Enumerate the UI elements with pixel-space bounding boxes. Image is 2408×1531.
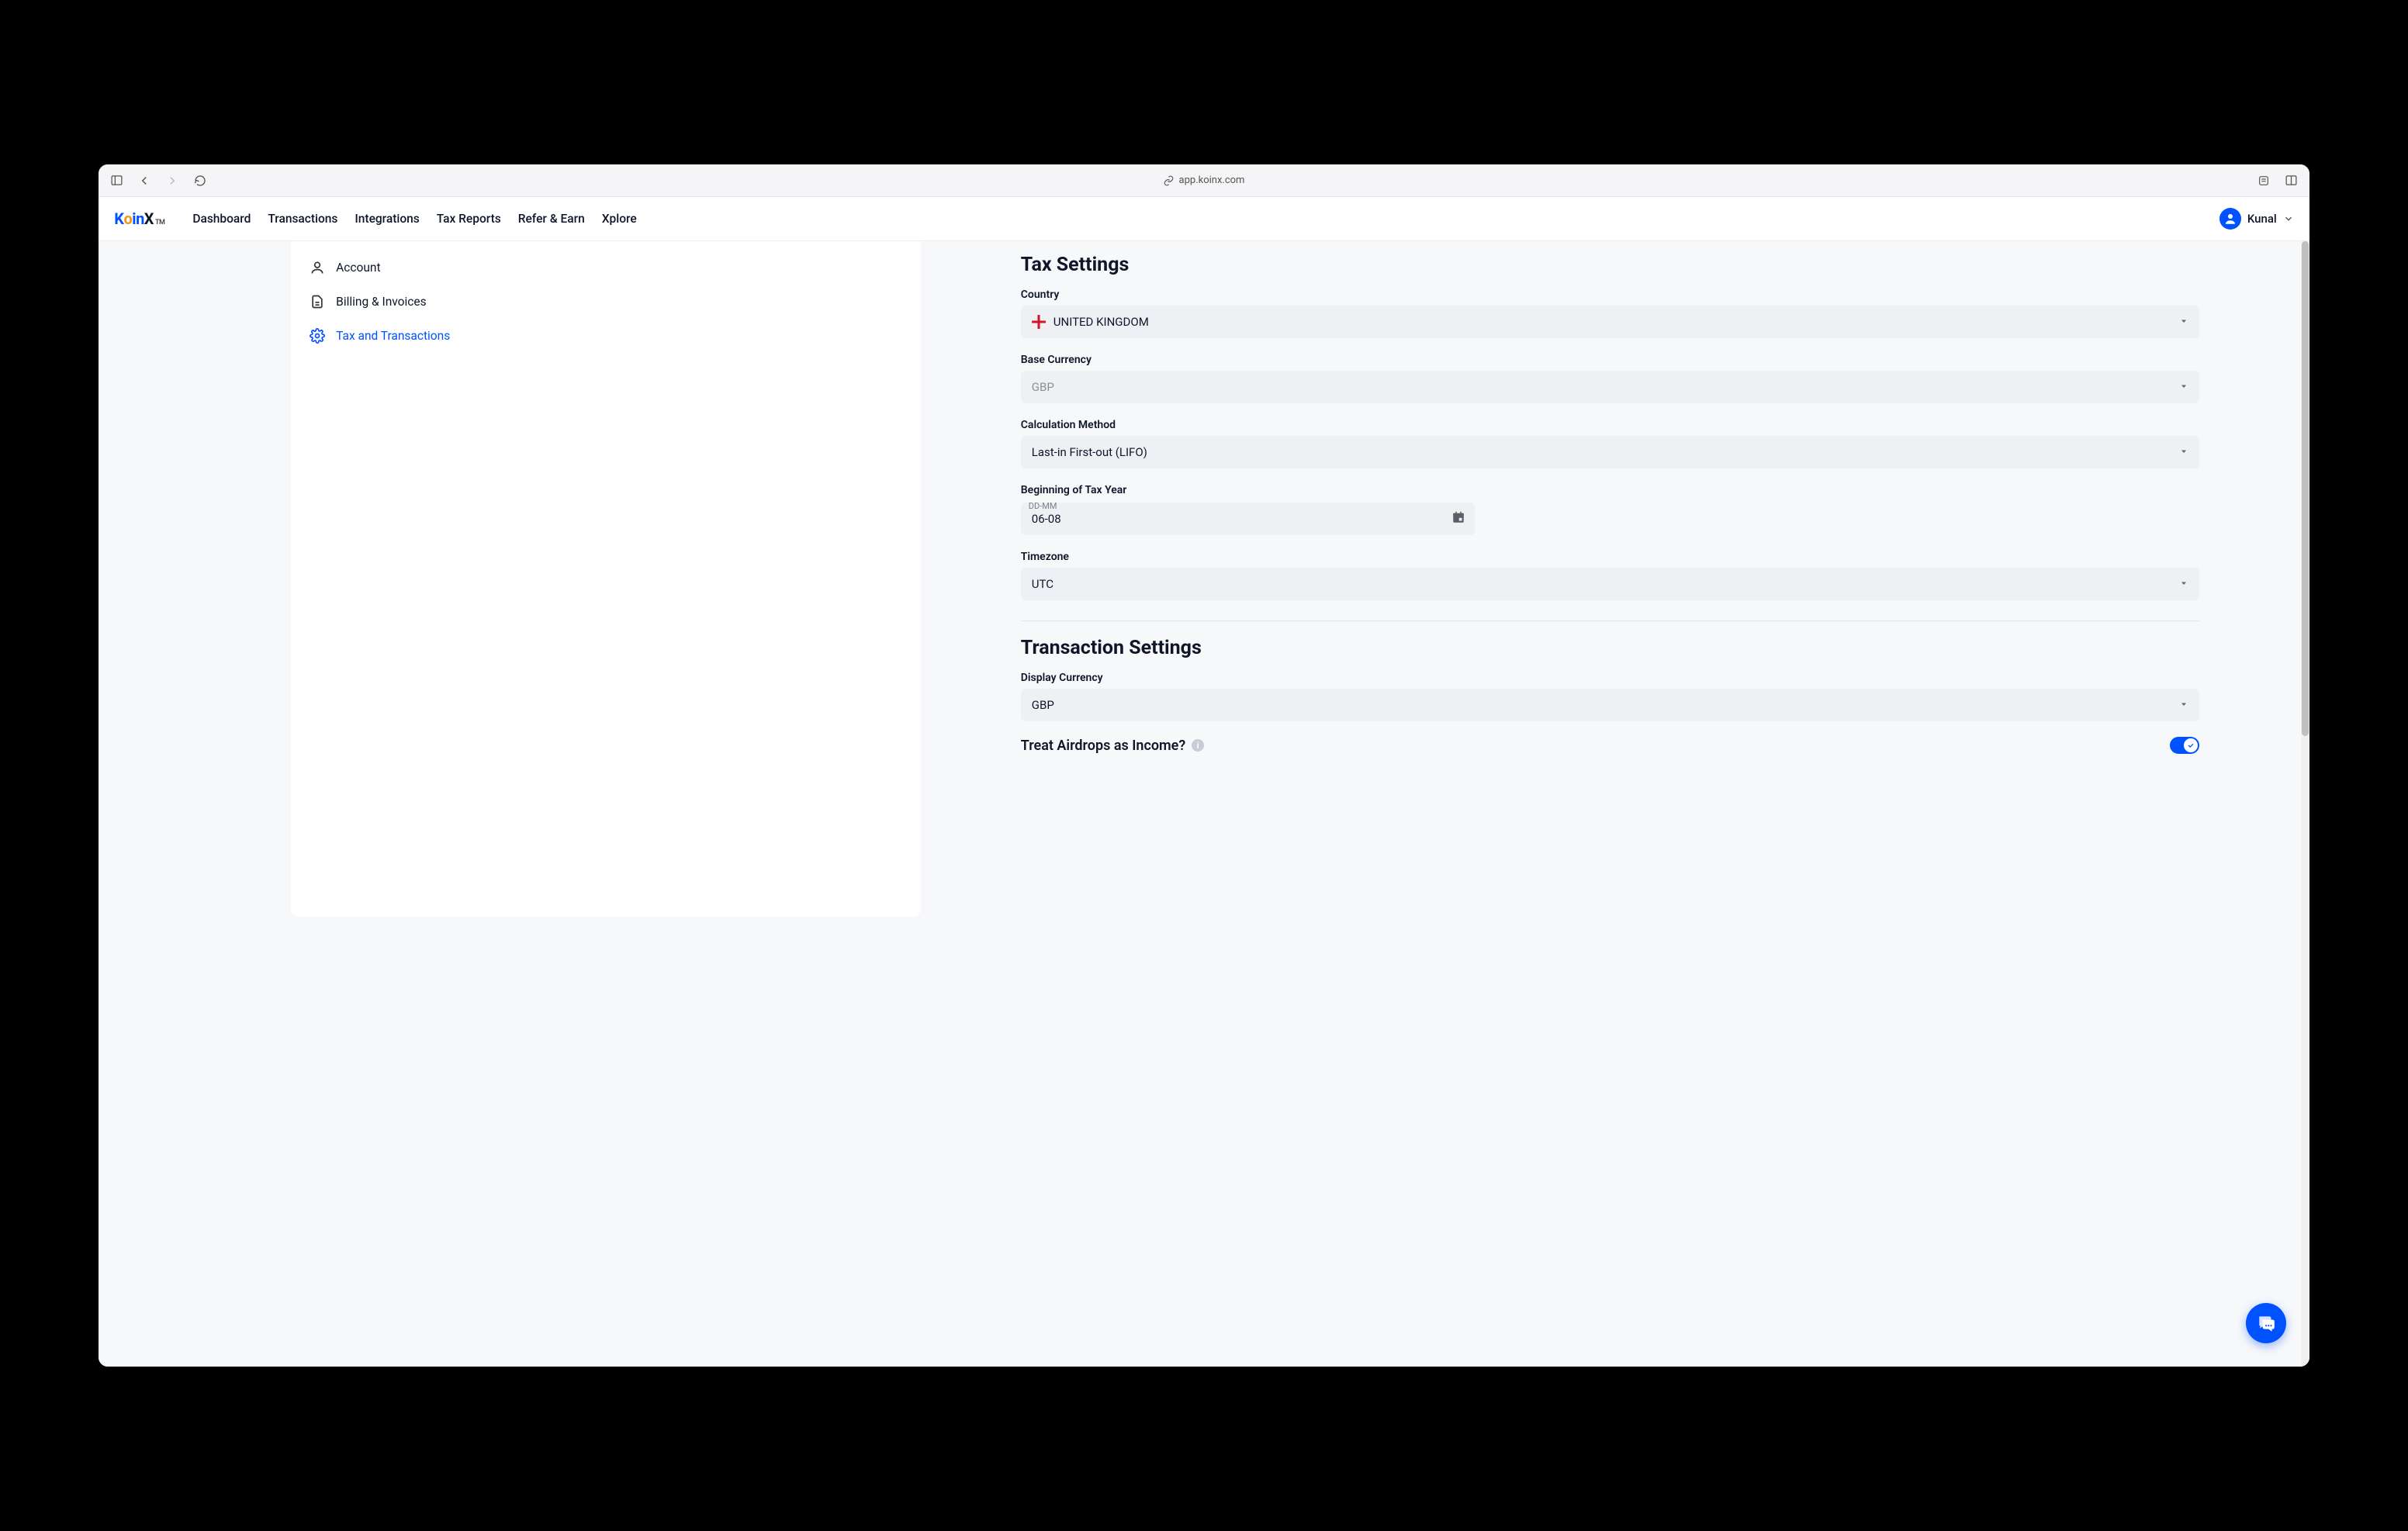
calc-method-value: Last-in First-out (LIFO) [1032,445,1147,459]
browser-window: app.koinx.com KoinXTM Dashboard Transact… [99,164,2309,1367]
username: Kunal [2247,212,2277,226]
base-currency-select: GBP [1021,371,2199,403]
browser-chrome: app.koinx.com [99,164,2309,197]
airdrops-toggle[interactable] [2170,737,2199,754]
chevron-down-icon [2179,698,2188,712]
tax-year-input[interactable]: 06-08 [1021,503,1475,535]
base-currency-value: GBP [1032,380,1054,394]
tax-year-value: 06-08 [1032,512,1061,526]
field-country: Country UNITED KINGDOM [1021,289,2199,338]
country-select[interactable]: UNITED KINGDOM [1021,306,2199,338]
scrollbar-thumb[interactable] [2302,241,2309,736]
chevron-down-icon [2179,577,2188,591]
main-nav: Dashboard Transactions Integrations Tax … [192,212,636,226]
nav-refer-earn[interactable]: Refer & Earn [518,212,585,226]
tabs-icon[interactable] [2285,174,2299,188]
base-currency-label: Base Currency [1021,354,2199,366]
check-icon [2187,741,2195,749]
settings-sidebar: Account Billing & Invoices Tax and Trans… [291,241,921,916]
calc-method-label: Calculation Method [1021,419,2199,431]
toggle-knob [2184,738,2198,752]
link-icon [1164,175,1175,186]
person-icon [310,260,325,275]
display-currency-value: GBP [1032,698,1054,712]
reader-icon[interactable] [2257,174,2271,188]
display-currency-label: Display Currency [1021,672,2199,684]
user-menu[interactable]: Kunal [2219,208,2294,230]
date-hint: DD-MM [1029,501,1057,511]
nav-tax-reports[interactable]: Tax Reports [437,212,501,226]
info-icon[interactable]: i [1192,739,1204,752]
logo[interactable]: KoinXTM [114,209,164,228]
calendar-icon[interactable] [1451,510,1465,527]
nav-integrations[interactable]: Integrations [355,212,419,226]
sidebar-item-billing[interactable]: Billing & Invoices [305,285,907,319]
sidebar-item-account[interactable]: Account [305,251,907,285]
reload-icon[interactable] [193,174,207,188]
sidebar-label: Tax and Transactions [336,329,450,343]
scrollbar-track[interactable] [2301,241,2309,1367]
chevron-down-icon [2179,380,2188,394]
chat-button[interactable] [2246,1303,2286,1343]
content-area: Account Billing & Invoices Tax and Trans… [99,241,2309,1367]
chevron-down-icon [2179,315,2188,329]
tax-year-label: Beginning of Tax Year [1021,484,2199,496]
main-panel: Tax Settings Country UNITED KINGDOM Base… [1016,241,2243,1367]
url-text: app.koinx.com [1179,175,1245,186]
calc-method-select[interactable]: Last-in First-out (LIFO) [1021,436,2199,468]
airdrops-row: Treat Airdrops as Income? i [1021,737,2199,754]
back-icon[interactable] [137,174,151,188]
timezone-value: UTC [1032,577,1054,591]
app-header: KoinXTM Dashboard Transactions Integrati… [99,197,2309,241]
nav-xplore[interactable]: Xplore [602,212,637,226]
nav-transactions[interactable]: Transactions [268,212,337,226]
document-icon [310,294,325,309]
country-value: UNITED KINGDOM [1054,315,1149,329]
chevron-down-icon [2179,445,2188,459]
address-bar[interactable]: app.koinx.com [1164,175,1245,186]
field-display-currency: Display Currency GBP [1021,672,2199,721]
chat-icon [2256,1313,2276,1333]
country-label: Country [1021,289,2199,301]
field-timezone: Timezone UTC [1021,551,2199,600]
sidebar-item-tax-transactions[interactable]: Tax and Transactions [305,319,907,353]
forward-icon [165,174,179,188]
timezone-select[interactable]: UTC [1021,568,2199,600]
gear-icon [310,328,325,344]
chevron-down-icon [2283,213,2294,224]
field-base-currency: Base Currency GBP [1021,354,2199,403]
tax-settings-title: Tax Settings [1021,254,2199,276]
sidebar-label: Billing & Invoices [336,295,426,309]
sidebar-toggle-icon[interactable] [109,174,123,188]
field-calc-method: Calculation Method Last-in First-out (LI… [1021,419,2199,468]
nav-dashboard[interactable]: Dashboard [192,212,251,226]
uk-flag-icon [1032,315,1046,329]
transaction-settings-title: Transaction Settings [1021,637,2199,659]
avatar [2219,208,2241,230]
display-currency-select[interactable]: GBP [1021,689,2199,721]
divider [1021,620,2199,621]
field-tax-year: Beginning of Tax Year DD-MM 06-08 [1021,484,2199,535]
airdrops-label: Treat Airdrops as Income? [1021,738,1185,754]
timezone-label: Timezone [1021,551,2199,563]
sidebar-label: Account [336,261,380,275]
